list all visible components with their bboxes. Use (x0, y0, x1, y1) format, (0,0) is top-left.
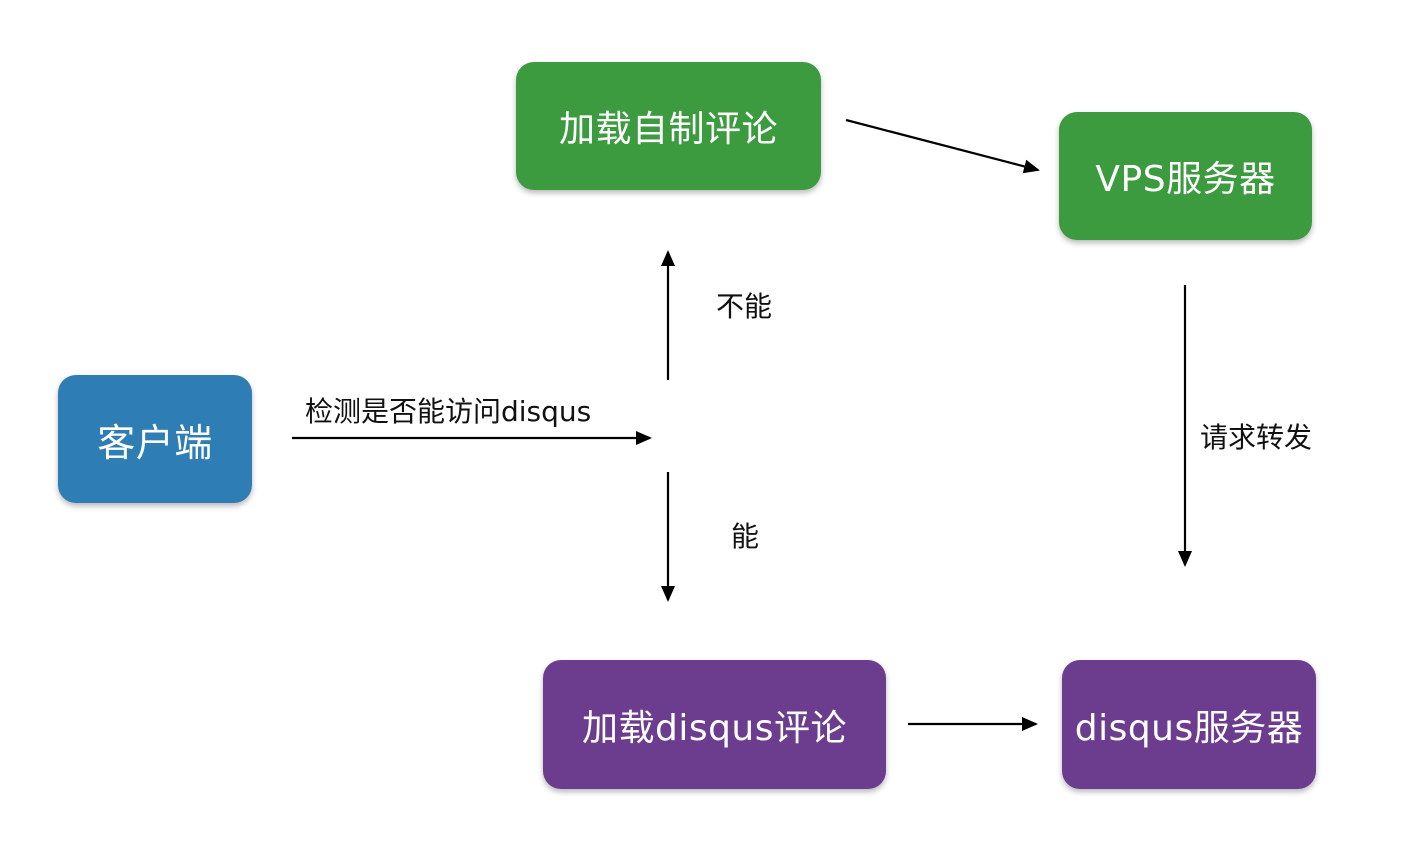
node-client: 客户端 (58, 375, 252, 503)
edge-label-can: 能 (731, 520, 760, 553)
node-client-label: 客户端 (97, 420, 213, 465)
node-load-disqus-comments-label: 加载disqus评论 (581, 707, 848, 749)
node-load-disqus-comments: 加载disqus评论 (543, 660, 886, 789)
node-vps-server: VPS服务器 (1059, 112, 1312, 240)
edge-label-cannot: 不能 (716, 290, 773, 323)
node-disqus-server-label: disqus服务器 (1074, 707, 1304, 749)
node-vps-server-label: VPS服务器 (1095, 159, 1276, 200)
node-load-custom-comments-label: 加载自制评论 (558, 109, 778, 150)
edge-label-forward-request: 请求转发 (1200, 421, 1313, 454)
arrow-load-custom-to-vps (845, 118, 1040, 174)
node-load-custom-comments: 加载自制评论 (516, 62, 821, 190)
edge-label-check-access: 检测是否能访问disqus (305, 395, 592, 428)
flow-diagram: 客户端 加载自制评论 VPS服务器 加载disqus评论 disqus服务器 检… (0, 0, 1402, 858)
node-disqus-server: disqus服务器 (1062, 660, 1316, 789)
